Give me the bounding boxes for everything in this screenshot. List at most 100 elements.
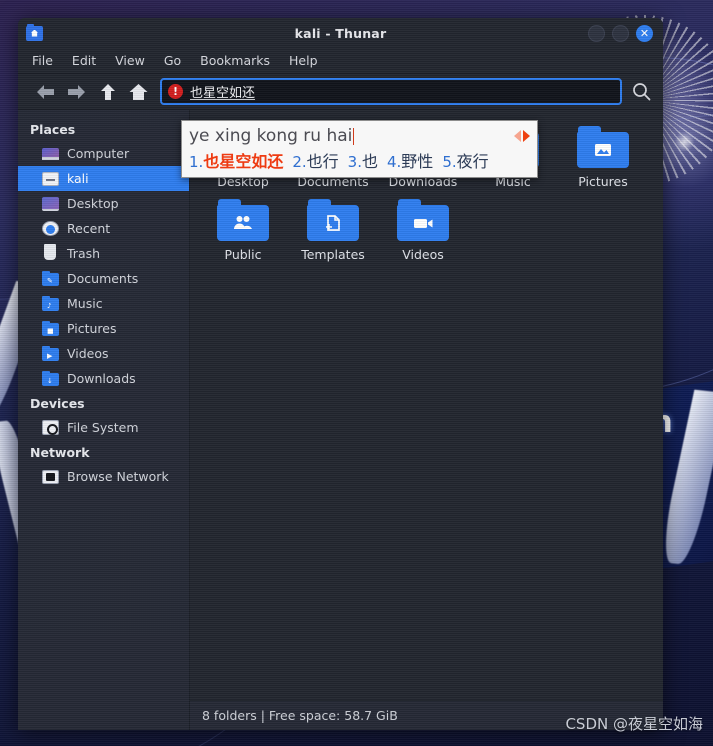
sidebar-item-pictures[interactable]: ■ Pictures: [18, 316, 189, 341]
sidebar-item-trash[interactable]: Trash: [18, 241, 189, 266]
triangle-right-icon[interactable]: [523, 130, 530, 142]
sidebar-item-music[interactable]: ♪ Music: [18, 291, 189, 316]
window-title: kali - Thunar: [294, 25, 387, 41]
ime-page-controls: [514, 130, 530, 142]
sidebar-item-desktop[interactable]: Desktop: [18, 191, 189, 216]
status-text: 8 folders | Free space: 58.7 GiB: [202, 708, 398, 723]
ime-candidate-number: 1.: [189, 153, 204, 171]
watermark: CSDN @夜星空如海: [565, 715, 703, 733]
sidebar-item-kali[interactable]: kali: [18, 166, 189, 191]
ime-candidate-text: 野性: [401, 152, 434, 171]
file-item-label: Templates: [301, 247, 365, 262]
sidebar-heading-devices: Devices: [30, 396, 85, 411]
trash-icon: [42, 244, 59, 261]
folder-public-icon: [217, 199, 269, 241]
sidebar: Places Computer kali Desktop Recent Tras…: [18, 110, 190, 730]
menu-item-file[interactable]: File: [32, 53, 53, 68]
content-pane: Desktop Documents Downloads Music Pictur…: [190, 110, 663, 730]
harddisk-icon: [42, 420, 59, 435]
ime-candidate-text: 夜行: [456, 152, 489, 171]
sidebar-item-recent[interactable]: Recent: [18, 216, 189, 241]
computer-icon: [42, 147, 59, 160]
desktop: to h kali - Thunar ✕ File Edit View Go B…: [0, 0, 713, 746]
triangle-left-icon[interactable]: [514, 130, 521, 142]
ime-candidate-4[interactable]: 4.野性: [387, 148, 433, 172]
folder-pictures-icon: ■: [42, 320, 59, 336]
tool-bar: ! 也星空如还: [18, 74, 663, 110]
folder-pictures-icon: [577, 126, 629, 168]
sidebar-item-label: Browse Network: [67, 469, 169, 484]
parent-folder-button[interactable]: [92, 78, 123, 106]
menu-item-bookmarks[interactable]: Bookmarks: [200, 53, 270, 68]
sidebar-item-documents[interactable]: ✎ Documents: [18, 266, 189, 291]
menu-item-view[interactable]: View: [115, 53, 145, 68]
back-button[interactable]: [30, 78, 61, 106]
title-bar[interactable]: kali - Thunar ✕: [18, 18, 663, 48]
folder-music-icon: ♪: [42, 295, 59, 311]
sidebar-item-label: Music: [67, 296, 103, 311]
ime-candidate-2[interactable]: 2.也行: [292, 148, 338, 172]
text-caret: [353, 127, 355, 145]
ime-candidate-3[interactable]: 3.也: [348, 148, 378, 172]
ime-candidate-popup[interactable]: ye xing kong ru hai 1.也星空如还 2.也行 3.也 4.野…: [181, 120, 538, 178]
error-icon: !: [168, 84, 183, 99]
file-item-public[interactable]: Public: [198, 193, 288, 266]
sidebar-item-file-system[interactable]: File System: [18, 415, 189, 440]
sidebar-item-label: Videos: [67, 346, 109, 361]
sidebar-item-label: Pictures: [67, 321, 117, 336]
ime-candidate-number: 2.: [292, 153, 307, 171]
menu-item-help[interactable]: Help: [289, 53, 318, 68]
file-icon-view[interactable]: Desktop Documents Downloads Music Pictur…: [190, 110, 663, 700]
file-item-label: Videos: [402, 247, 444, 262]
ime-candidate-text: 也: [361, 152, 378, 171]
location-entry[interactable]: ! 也星空如还: [160, 78, 622, 105]
sidebar-item-label: Desktop: [67, 196, 119, 211]
sidebar-item-label: Computer: [67, 146, 130, 161]
sidebar-item-browse-network[interactable]: Browse Network: [18, 464, 189, 489]
home-button[interactable]: [123, 78, 154, 106]
file-item-label: Public: [224, 247, 262, 262]
forward-button[interactable]: [61, 78, 92, 106]
ime-candidate-list: 1.也星空如还 2.也行 3.也 4.野性 5.夜行: [189, 148, 530, 172]
sidebar-item-label: Trash: [67, 246, 101, 261]
ime-candidate-5[interactable]: 5.夜行: [442, 148, 488, 172]
sidebar-item-label: Downloads: [67, 371, 136, 386]
sidebar-heading-network: Network: [30, 445, 90, 460]
menu-item-edit[interactable]: Edit: [72, 53, 96, 68]
file-item-pictures[interactable]: Pictures: [558, 120, 648, 193]
desktop-icon: [42, 196, 59, 211]
home-folder-icon: [26, 23, 43, 41]
file-item-videos[interactable]: Videos: [378, 193, 468, 266]
ime-candidate-1[interactable]: 1.也星空如还: [189, 148, 283, 172]
ime-preedit-row: ye xing kong ru hai: [189, 125, 530, 147]
file-item-templates[interactable]: Templates: [288, 193, 378, 266]
menu-bar: File Edit View Go Bookmarks Help: [18, 48, 663, 74]
network-icon: [42, 469, 59, 484]
sidebar-item-label: Documents: [67, 271, 139, 286]
ime-candidate-text: 也行: [306, 152, 339, 171]
ime-candidate-number: 4.: [386, 153, 402, 171]
menu-item-go[interactable]: Go: [164, 53, 181, 68]
folder-videos-icon: ▶: [42, 345, 59, 361]
folder-templates-icon: [307, 199, 359, 241]
minimize-button[interactable]: [588, 24, 605, 42]
ime-candidate-number: 5.: [442, 153, 457, 171]
recent-clock-icon: [42, 221, 59, 236]
window-body: Places Computer kali Desktop Recent Tras…: [18, 110, 663, 730]
ime-candidate-text: 也星空如还: [203, 152, 284, 171]
drive-icon: [42, 171, 59, 186]
location-entry-text[interactable]: 也星空如还: [190, 82, 255, 101]
sidebar-item-downloads[interactable]: ↓ Downloads: [18, 366, 189, 391]
maximize-button[interactable]: [612, 24, 629, 42]
sidebar-item-label: Recent: [67, 221, 111, 236]
sidebar-heading-places: Places: [30, 122, 76, 137]
search-icon[interactable]: [627, 78, 655, 106]
close-button[interactable]: ✕: [636, 24, 653, 42]
sidebar-item-computer[interactable]: Computer: [18, 141, 189, 166]
sidebar-item-videos[interactable]: ▶ Videos: [18, 341, 189, 366]
sidebar-item-label: File System: [67, 420, 139, 435]
sidebar-item-label: kali: [67, 171, 89, 186]
ime-candidate-number: 3.: [347, 153, 362, 171]
ime-preedit-text: ye xing kong ru hai: [189, 126, 353, 146]
folder-downloads-icon: ↓: [42, 370, 59, 386]
